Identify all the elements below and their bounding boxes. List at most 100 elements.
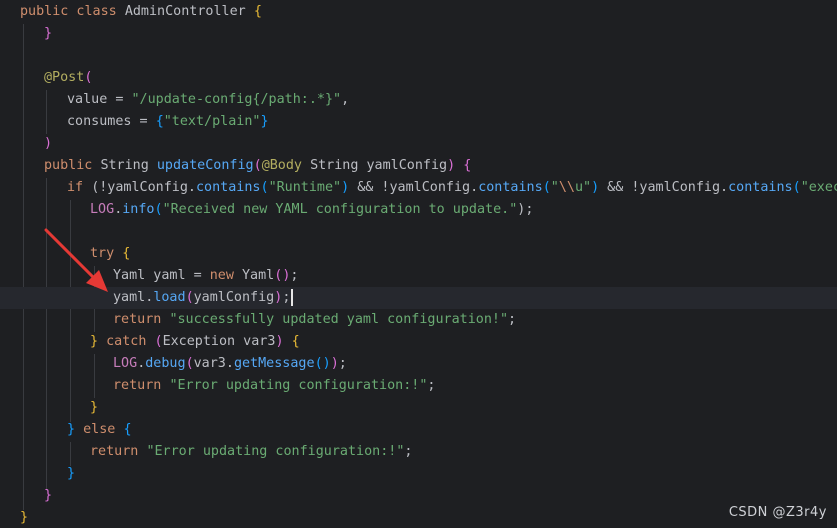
code-token: u" [574,180,592,195]
code-line[interactable]: ) [0,133,837,155]
code-line[interactable]: @Post( [0,67,837,89]
code-line[interactable]: } [0,397,837,419]
code-token: ( [253,158,262,173]
code-token: if [67,180,84,195]
code-token: ) [591,180,600,195]
code-line[interactable]: try { [0,243,837,265]
code-token: "Runtime" [268,180,342,195]
code-token: return [90,444,139,459]
code-line[interactable]: } [0,23,837,45]
code-token: ( [542,180,551,195]
code-token: { [463,158,472,173]
code-editor[interactable]: public class AdminController { } @Post( … [0,0,837,528]
code-token: { [123,422,132,437]
code-token: } [90,334,99,349]
code-token: ; [338,356,347,371]
code-line[interactable]: public String updateConfig(@Body String … [0,155,837,177]
code-token: ( [185,290,194,305]
code-token: && !yamlConfig. [599,180,729,195]
code-token: debug [145,356,186,371]
code-line[interactable]: } [0,507,837,528]
code-token: ) [44,136,53,151]
text-caret [291,288,294,306]
code-token: () [314,356,331,371]
code-token: ; [282,290,291,305]
code-token: info [122,202,155,217]
code-token: "text/plain" [163,114,261,129]
code-token: ) [330,356,339,371]
code-token: contains [478,180,543,195]
code-token: Yaml [242,268,275,283]
code-token: contains [196,180,261,195]
watermark: CSDN @Z3r4y [728,505,827,520]
code-token: "/update-config{/path:.*}" [131,92,342,107]
code-token: Exception var3 [162,334,276,349]
code-token: @Body [261,158,302,173]
code-token: return [113,312,162,327]
code-token: load [153,290,186,305]
code-line-current[interactable]: yaml.load(yamlConfig); [0,287,837,309]
code-token: yaml. [113,290,154,305]
code-token: \\ [558,180,575,195]
code-token: ; [404,444,413,459]
code-token: ; [290,268,299,283]
code-token: ( [260,180,269,195]
code-token: new [209,268,234,283]
code-line[interactable]: public class AdminController { [0,1,837,23]
code-line[interactable]: value = "/update-config{/path:.*}", [0,89,837,111]
code-token: ; [427,378,436,393]
code-line[interactable]: } catch (Exception var3) { [0,331,837,353]
code-line[interactable]: return "Error updating configuration:!"; [0,375,837,397]
code-token: } [44,26,53,41]
code-token: LOG [90,202,115,217]
code-token: "Error updating configuration:!" [169,378,428,393]
code-token: public [44,158,93,173]
code-token: String yamlConfig [310,158,448,173]
code-line[interactable]: consumes = {"text/plain"} [0,111,837,133]
code-token: , [341,92,350,107]
code-line[interactable]: return "Error updating configuration:!"; [0,441,837,463]
code-token: } [67,422,76,437]
code-token: } [44,488,53,503]
code-token: String [100,158,149,173]
code-token: (!yamlConfig. [91,180,196,195]
code-line[interactable]: return "successfully updated yaml config… [0,309,837,331]
code-token: } [67,466,76,481]
code-token: ( [154,334,163,349]
code-token: ( [154,202,163,217]
code-token: AdminController [124,4,246,19]
code-token: "successfully updated yaml configuration… [169,312,509,327]
code-line[interactable]: LOG.info("Received new YAML configuratio… [0,199,837,221]
code-token: ) [275,334,284,349]
code-line[interactable]: } [0,485,837,507]
code-token: ) [447,158,456,173]
code-token: ( [792,180,801,195]
code-token: return [113,378,162,393]
code-token: getMessage [233,356,315,371]
code-token: { [291,334,300,349]
code-token: ) [341,180,350,195]
code-token: public class [20,4,117,19]
code-line[interactable]: } [0,463,837,485]
code-line[interactable]: Yaml yaml = new Yaml(); [0,265,837,287]
code-token: try [90,246,115,261]
code-token: var3. [193,356,234,371]
code-token: value = [67,92,132,107]
code-token: @Post [44,70,85,85]
code-token: "Error updating configuration:!" [146,444,405,459]
code-line[interactable]: } else { [0,419,837,441]
code-token: && !yamlConfig. [349,180,479,195]
code-token: catch [106,334,147,349]
code-token: } [20,510,29,525]
code-token: { [122,246,131,261]
code-token: else [83,422,116,437]
code-token: contains [728,180,793,195]
code-line[interactable]: LOG.debug(var3.getMessage()); [0,353,837,375]
code-token: { [253,4,262,19]
code-token: { [155,114,164,129]
code-token: Yaml yaml = [113,268,210,283]
code-token: ( [185,356,194,371]
code-token: ( [84,70,93,85]
code-line[interactable]: if (!yamlConfig.contains("Runtime") && !… [0,177,837,199]
code-token: "Received new YAML configuration to upda… [162,202,518,217]
